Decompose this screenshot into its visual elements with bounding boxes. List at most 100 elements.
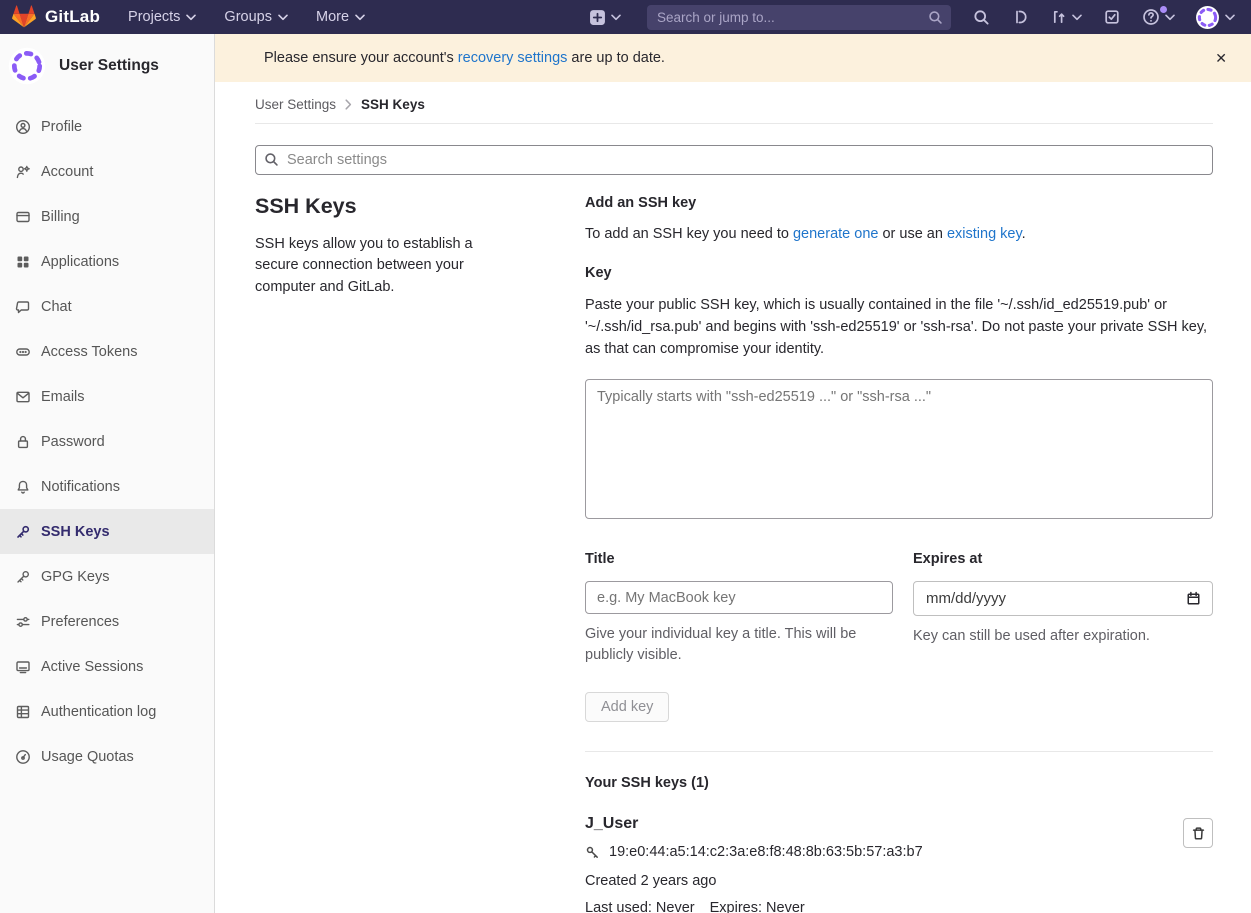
breadcrumb-user-settings[interactable]: User Settings [255,97,336,112]
menu-projects-label: Projects [128,9,180,25]
sidebar-item-usage-quotas[interactable]: Usage Quotas [0,734,214,779]
section-description-column: SSH Keys SSH keys allow you to establish… [255,193,585,913]
user-menu-button[interactable] [1195,5,1235,30]
existing-key-link[interactable]: existing key [947,226,1022,242]
sidebar-item-label: Usage Quotas [41,749,134,765]
help-menu-button[interactable] [1142,8,1175,26]
notifications-icon [15,479,31,495]
delete-key-button[interactable] [1183,818,1213,848]
todos-button[interactable] [1104,9,1120,25]
navbar-right-icons [973,5,1235,30]
intro-text: To add an SSH key you need to [585,226,793,242]
key-icon [585,845,600,860]
sidebar-item-ssh-keys[interactable]: SSH Keys [0,509,214,554]
sidebar-item-access-tokens[interactable]: Access Tokens [0,329,214,374]
account-icon [15,164,31,180]
sidebar-item-gpg-keys[interactable]: GPG Keys [0,554,214,599]
sidebar-item-label: Password [41,434,105,450]
ssh-key-textarea[interactable] [585,379,1213,519]
key-field-help: Paste your public SSH key, which is usua… [585,295,1213,360]
sidebar-item-notifications[interactable]: Notifications [0,464,214,509]
tanuki-icon [12,5,36,29]
sidebar-item-preferences[interactable]: Preferences [0,599,214,644]
expires-at-input[interactable]: mm/dd/yyyy [913,581,1213,616]
alert-close-button[interactable]: ✕ [1207,46,1235,71]
settings-search-input[interactable] [255,145,1213,175]
new-menu-button[interactable] [589,9,621,26]
ssh-key-form-column: Add an SSH key To add an SSH key you nee… [585,193,1213,913]
chevron-down-icon [186,14,196,21]
chevron-down-icon [1072,14,1082,21]
issues-icon [1012,9,1028,25]
sidebar-item-label: GPG Keys [41,569,110,585]
sidebar-item-profile[interactable]: Profile [0,104,214,149]
sidebar-item-label: Preferences [41,614,119,630]
issues-button[interactable] [1012,9,1028,25]
page-description: SSH keys allow you to establish a secure… [255,234,507,298]
settings-columns: SSH Keys SSH keys allow you to establish… [255,193,1213,913]
chevron-down-icon [611,14,621,21]
sidebar-item-label: SSH Keys [41,524,110,540]
main-area: Please ensure your account's recovery se… [215,34,1251,913]
alert-text-before: Please ensure your account's [264,50,458,66]
password-icon [15,434,31,450]
sidebar-item-label: Profile [41,119,82,135]
date-placeholder: mm/dd/yyyy [926,590,1006,607]
alert-text: Please ensure your account's recovery se… [264,50,665,66]
add-ssh-key-title: Add an SSH key [585,195,1213,211]
sidebar-item-authentication-log[interactable]: Authentication log [0,689,214,734]
sidebar-header: User Settings [0,34,214,97]
merge-requests-button[interactable] [1050,9,1082,25]
menu-more[interactable]: More [316,9,365,25]
gitlab-logo[interactable]: GitLab [12,5,100,29]
sidebar-item-account[interactable]: Account [0,149,214,194]
ssh-key-list-item: J_User 19:e0:44:a5:14:c2:3a:e8:f8:48:8b:… [585,815,1213,913]
settings-sidebar: User Settings Profile Account Billing Ap… [0,34,215,913]
sidebar-item-label: Applications [41,254,119,270]
intro-text: or use an [878,226,947,242]
chevron-right-icon [345,99,352,110]
sidebar-item-emails[interactable]: Emails [0,374,214,419]
global-search-input[interactable] [647,5,951,30]
user-settings-avatar [8,47,46,85]
gpg-keys-icon [15,569,31,585]
sidebar-item-active-sessions[interactable]: Active Sessions [0,644,214,689]
billing-icon [15,209,31,225]
sidebar-item-password[interactable]: Password [0,419,214,464]
sidebar-item-applications[interactable]: Applications [0,239,214,284]
alert-text-after: are up to date. [567,50,665,66]
chevron-down-icon [355,14,365,21]
expires-field-group: Expires at mm/dd/yyyy Key can still be u… [913,551,1213,666]
add-ssh-key-intro: To add an SSH key you need to generate o… [585,226,1213,242]
breadcrumb-ssh-keys: SSH Keys [361,97,425,112]
menu-groups[interactable]: Groups [224,9,288,25]
sidebar-title: User Settings [59,57,159,75]
content: User Settings SSH Keys SSH Keys SSH keys… [215,82,1251,913]
title-field-group: Title Give your individual key a title. … [585,551,893,666]
ssh-key-meta: Last used: Never Expires: Never [585,900,1183,913]
profile-icon [15,119,31,135]
search-button[interactable] [973,9,990,26]
ssh-key-name: J_User [585,815,1183,833]
key-field-label: Key [585,265,1213,281]
usage-quotas-icon [15,749,31,765]
settings-search [255,145,1213,175]
emails-icon [15,389,31,405]
breadcrumb: User Settings SSH Keys [255,82,1213,124]
calendar-icon[interactable] [1186,591,1201,606]
sidebar-item-chat[interactable]: Chat [0,284,214,329]
recovery-settings-link[interactable]: recovery settings [458,50,568,66]
menu-projects[interactable]: Projects [128,9,196,25]
add-key-button[interactable]: Add key [585,692,669,722]
global-search [647,5,951,30]
recovery-settings-alert: Please ensure your account's recovery se… [215,34,1251,82]
brand-name[interactable]: GitLab [45,7,100,27]
title-input[interactable] [585,581,893,614]
expires-field-help: Key can still be used after expiration. [913,626,1213,647]
title-field-label: Title [585,551,893,567]
sidebar-item-billing[interactable]: Billing [0,194,214,239]
generate-one-link[interactable]: generate one [793,226,878,242]
your-ssh-keys-title: Your SSH keys (1) [585,775,1213,791]
chevron-down-icon [1225,14,1235,21]
chevron-down-icon [278,14,288,21]
